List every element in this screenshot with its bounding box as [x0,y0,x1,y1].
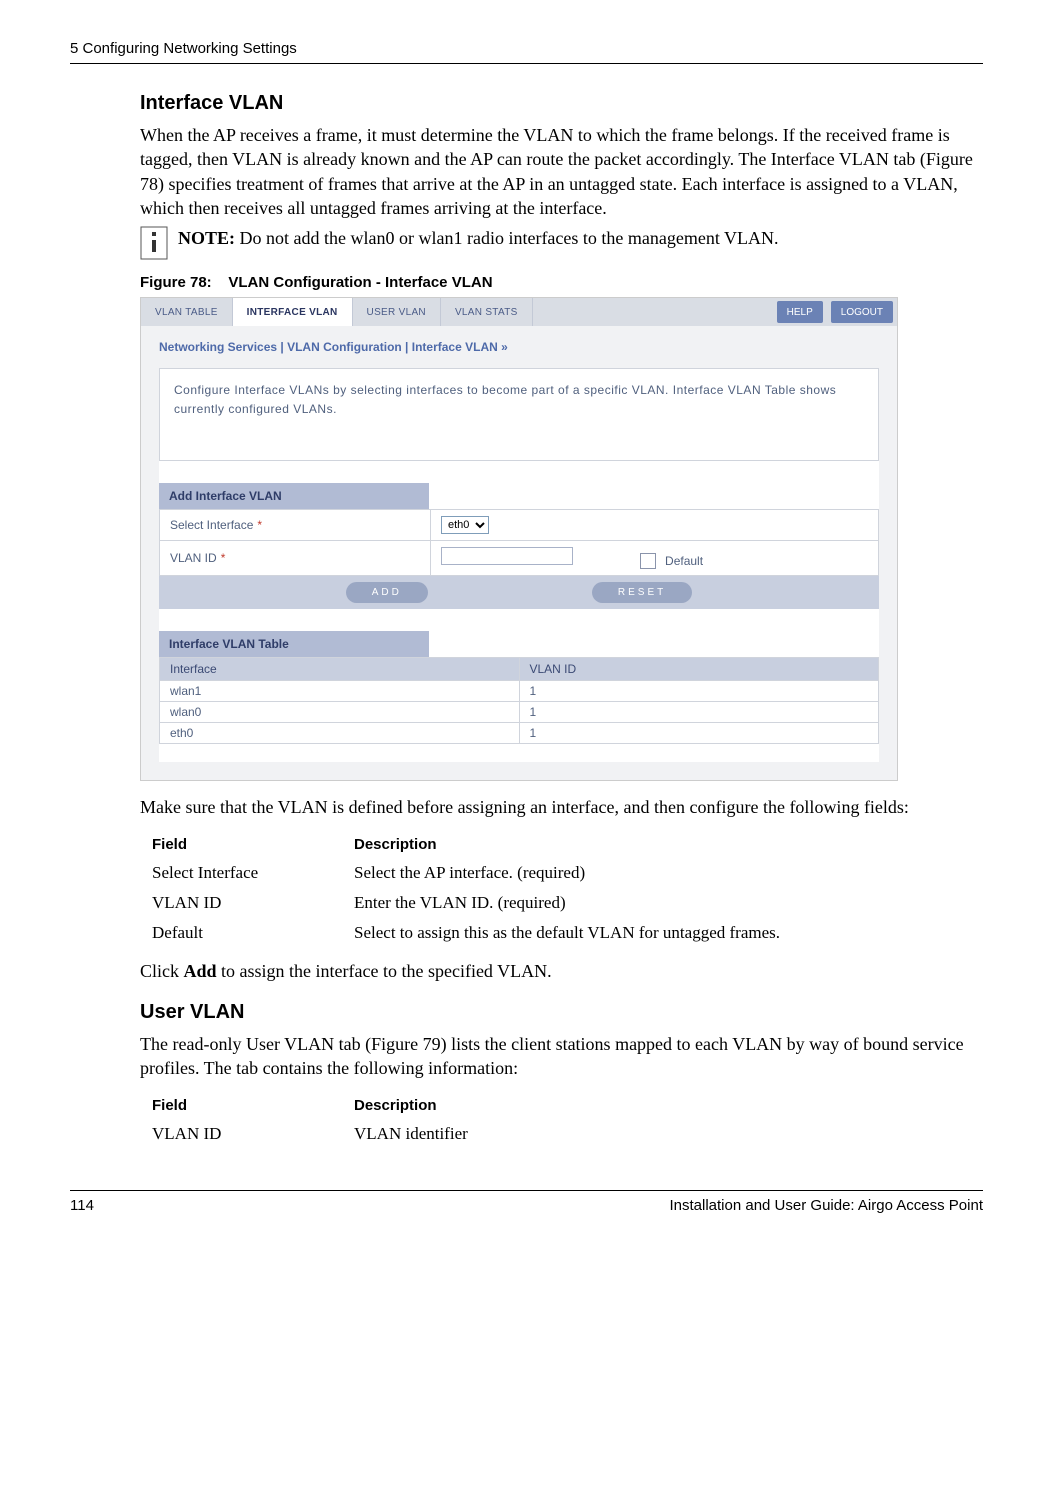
field-header: Field [152,1093,352,1118]
description-header: Description [354,832,800,857]
label-vlan-id: VLAN ID [170,551,217,565]
tab-bar: VLAN TABLE INTERFACE VLAN USER VLAN VLAN… [141,298,897,326]
description-header: Description [354,1093,488,1118]
figure-caption: VLAN Configuration - Interface VLAN [228,274,492,291]
tab-interface-vlan[interactable]: INTERFACE VLAN [233,298,353,326]
info-description: Configure Interface VLANs by selecting i… [159,368,879,460]
section-title-interface-vlan: Interface VLAN [140,92,983,115]
default-checkbox[interactable] [640,553,656,569]
page-number: 114 [70,1197,94,1214]
logout-button[interactable]: LOGOUT [831,301,893,323]
panel-interface-vlan-table: Interface VLAN Table [159,631,429,657]
tab-user-vlan[interactable]: USER VLAN [353,298,441,326]
label-select-interface: Select Interface [170,518,253,532]
col-vlan-id: VLAN ID [519,658,879,681]
table-row: wlan11 [160,681,879,702]
required-asterisk: * [221,551,226,565]
note-label: NOTE: [178,228,235,248]
post-figure-paragraph: Make sure that the VLAN is defined befor… [140,795,983,819]
note-text: Do not add the wlan0 or wlan1 radio inte… [235,228,779,248]
section-title-user-vlan: User VLAN [140,1001,983,1024]
add-button[interactable]: ADD [346,582,428,603]
user-vlan-paragraph: The read-only User VLAN tab (Figure 79) … [140,1032,983,1081]
note-block: NOTE: Do not add the wlan0 or wlan1 radi… [140,226,983,260]
panel-add-interface-vlan: Add Interface VLAN [159,483,429,509]
reset-button[interactable]: RESET [592,582,692,603]
page-footer: 114 Installation and User Guide: Airgo A… [70,1190,983,1214]
default-checkbox-label: Default [665,554,703,568]
required-asterisk: * [257,518,262,532]
footer-title: Installation and User Guide: Airgo Acces… [669,1197,983,1214]
col-interface: Interface [160,658,520,681]
field-description-table: Field Description Select InterfaceSelect… [150,830,802,949]
tab-vlan-stats[interactable]: VLAN STATS [441,298,533,326]
click-add-paragraph: Click Add to assign the interface to the… [140,959,983,983]
table-row: eth01 [160,723,879,744]
field-header: Field [152,832,352,857]
screenshot-panel: VLAN TABLE INTERFACE VLAN USER VLAN VLAN… [140,297,898,781]
breadcrumb: Networking Services | VLAN Configuration… [141,326,897,368]
table-row: wlan01 [160,702,879,723]
running-header: 5 Configuring Networking Settings [70,40,983,64]
info-icon [140,226,168,260]
select-interface-dropdown[interactable]: eth0 [441,516,489,534]
help-button[interactable]: HELP [777,301,823,323]
intro-paragraph: When the AP receives a frame, it must de… [140,123,983,220]
figure-number: Figure 78: [140,274,212,291]
tab-vlan-table[interactable]: VLAN TABLE [141,298,233,326]
vlan-id-input[interactable] [441,547,573,565]
user-vlan-field-table: Field Description VLAN IDVLAN identifier [150,1091,490,1150]
